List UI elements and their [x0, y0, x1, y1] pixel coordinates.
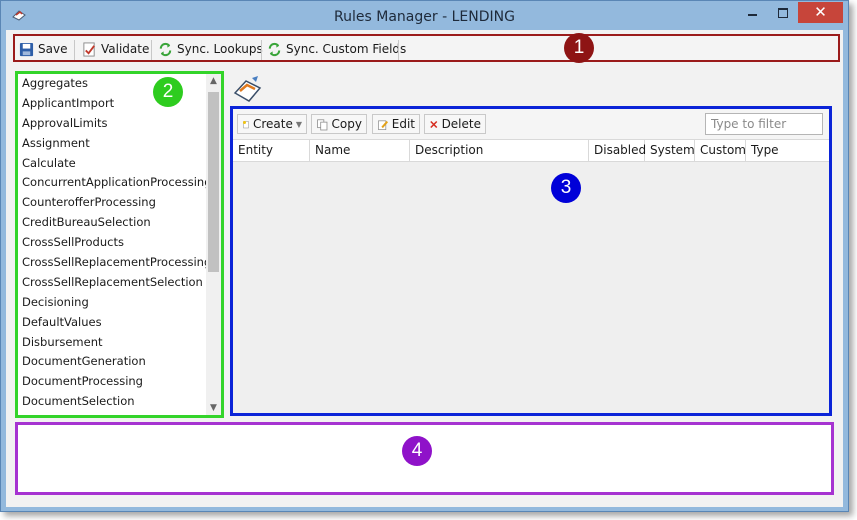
rule-list-item[interactable]: Calculate [18, 154, 221, 174]
toolbar-separator [74, 40, 75, 60]
validate-label: Validate [101, 42, 150, 56]
callout-badge: 4 [402, 436, 432, 466]
sync-custom-fields-button[interactable]: Sync. Custom Fields [267, 39, 406, 59]
sync-lookups-button[interactable]: Sync. Lookups [158, 39, 263, 59]
rules-icon [233, 76, 262, 102]
save-icon [19, 42, 34, 56]
rule-list-item[interactable]: CrossSellProducts [18, 233, 221, 253]
rule-list-item[interactable]: Decisioning [18, 293, 221, 313]
rule-list-item[interactable]: Assignment [18, 134, 221, 154]
rule-list-item[interactable]: DocumentSelection [18, 392, 221, 412]
rule-list-item[interactable]: ConcurrentApplicationProcessing [18, 173, 221, 193]
callout-badge: 2 [153, 77, 183, 107]
grid-body[interactable] [233, 162, 829, 413]
delete-label: Delete [441, 117, 481, 131]
create-button[interactable]: Create ▼ [237, 114, 307, 134]
rule-list-item[interactable]: CreditBureauSelection [18, 213, 221, 233]
rule-list-item[interactable]: ApplicantImport [18, 94, 221, 114]
sync-lookups-label: Sync. Lookups [177, 42, 263, 56]
callout-badge: 1 [564, 33, 594, 63]
column-header-disabled[interactable]: Disabled [589, 140, 646, 161]
column-header-custom[interactable]: Custom [695, 140, 746, 161]
minimize-button[interactable] [743, 3, 763, 23]
validate-icon [83, 41, 95, 57]
grid-toolbar: Create ▼ Copy Edit Delete Type to filter [233, 109, 829, 139]
window-title: Rules Manager - LENDING [334, 9, 515, 25]
sync-custom-fields-label: Sync. Custom Fields [286, 42, 407, 56]
sync-icon [268, 42, 281, 56]
rule-list-item[interactable]: CrossSellReplacementSelection [18, 273, 221, 293]
column-header-description[interactable]: Description [410, 140, 589, 161]
column-header-name[interactable]: Name [310, 140, 410, 161]
rule-list-item[interactable]: DocumentProcessing [18, 372, 221, 392]
edit-icon [378, 119, 389, 130]
app-window: Rules Manager - LENDING ✕ Save Validate … [0, 0, 849, 512]
create-label: Create [252, 117, 293, 131]
scroll-up-icon[interactable]: ▲ [206, 76, 221, 86]
rule-list-item[interactable]: DocumentGeneration [18, 352, 221, 372]
edit-label: Edit [391, 117, 415, 131]
rule-list-item[interactable]: CounterofferProcessing [18, 193, 221, 213]
rules-grid-panel: Create ▼ Copy Edit Delete Type to filter… [230, 106, 832, 416]
column-header-type[interactable]: Type [746, 140, 829, 161]
save-button[interactable]: Save [19, 39, 67, 59]
rule-list-item[interactable]: CrossSellReplacementProcessing [18, 253, 221, 273]
copy-label: Copy [331, 117, 362, 131]
toolbar-separator [398, 40, 399, 60]
sync-icon [159, 42, 172, 56]
rule-category-list[interactable]: Aggregates ApplicantImport ApprovalLimits A… [15, 71, 224, 418]
copy-button[interactable]: Copy [311, 114, 367, 134]
toolbar-separator [261, 40, 262, 60]
delete-button[interactable]: Delete [424, 114, 486, 134]
rule-items: Aggregates ApplicantImport ApprovalLimits A… [18, 74, 221, 412]
title-bar[interactable]: Rules Manager - LENDING ✕ [1, 1, 848, 31]
main-content: Save Validate Sync. Lookups Sync. Custom… [6, 30, 843, 507]
chevron-down-icon: ▼ [295, 119, 302, 129]
validate-button[interactable]: Validate [82, 39, 149, 59]
callout-badge: 3 [551, 173, 581, 203]
copy-icon [317, 118, 328, 130]
toolbar-separator [151, 40, 152, 60]
scroll-down-icon[interactable]: ▼ [206, 403, 221, 413]
rule-list-item[interactable]: DefaultValues [18, 313, 221, 333]
grid-header: Entity Name Description Disabled System … [233, 139, 829, 162]
scrollbar-thumb[interactable] [208, 92, 219, 272]
column-header-entity[interactable]: Entity [233, 140, 310, 161]
filter-input[interactable] [705, 113, 823, 135]
create-icon [242, 120, 249, 128]
close-button[interactable]: ✕ [798, 2, 843, 23]
rule-list-item[interactable]: Disbursement [18, 333, 221, 353]
rule-list-item[interactable]: ApprovalLimits [18, 114, 221, 134]
edit-button[interactable]: Edit [372, 114, 420, 134]
list-scrollbar[interactable]: ▲ ▼ [206, 74, 221, 415]
rule-list-item[interactable]: Aggregates [18, 74, 221, 94]
delete-icon [430, 120, 438, 128]
column-header-system[interactable]: System [645, 140, 695, 161]
maximize-button[interactable] [773, 3, 793, 23]
main-toolbar: Save Validate Sync. Lookups Sync. Custom… [13, 34, 840, 62]
save-label: Save [38, 42, 68, 56]
